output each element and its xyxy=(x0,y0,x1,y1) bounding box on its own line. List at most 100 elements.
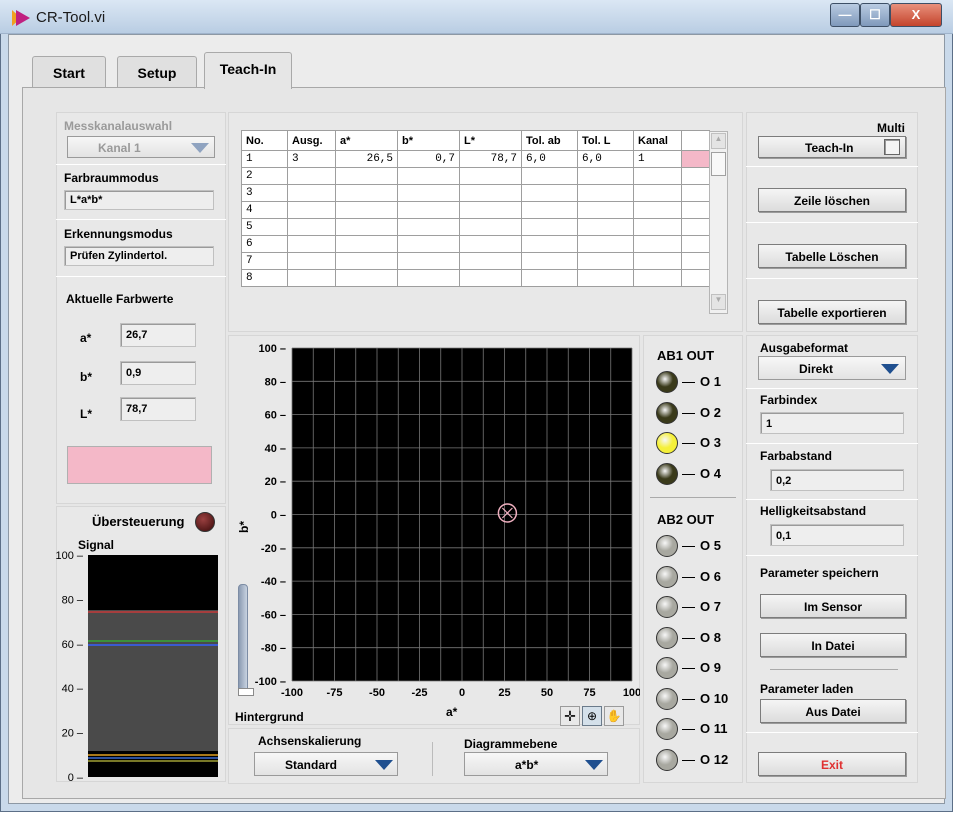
table-cell[interactable] xyxy=(577,252,634,270)
close-button[interactable]: X xyxy=(890,3,942,27)
table-cell[interactable] xyxy=(459,235,522,253)
zeile-loeschen-button[interactable]: Zeile löschen xyxy=(758,188,906,212)
table-cell[interactable]: 6 xyxy=(241,235,288,253)
table-row[interactable]: 5 xyxy=(241,218,710,236)
table-cell[interactable] xyxy=(577,218,634,236)
tabelle-exportieren-button[interactable]: Tabelle exportieren xyxy=(758,300,906,324)
table-cell[interactable] xyxy=(287,235,336,253)
table-cell[interactable] xyxy=(459,167,522,185)
table-cell[interactable] xyxy=(577,269,634,287)
table-cell[interactable] xyxy=(287,218,336,236)
table-cell[interactable] xyxy=(397,235,460,253)
table-cell[interactable] xyxy=(287,167,336,185)
zoom-tool-icon[interactable]: ⊕ xyxy=(582,706,602,726)
table-cell[interactable]: 8 xyxy=(241,269,288,287)
table-cell[interactable] xyxy=(397,167,460,185)
table-cell[interactable] xyxy=(335,167,398,185)
table-cell[interactable] xyxy=(577,201,634,219)
table-cell[interactable] xyxy=(633,184,682,202)
table-cell[interactable] xyxy=(577,235,634,253)
achsen-select[interactable]: Standard xyxy=(254,752,398,776)
table-cell[interactable] xyxy=(287,252,336,270)
table-cell[interactable] xyxy=(397,218,460,236)
table-cell[interactable] xyxy=(459,218,522,236)
table-cell[interactable] xyxy=(335,201,398,219)
table-row[interactable]: 2 xyxy=(241,167,710,185)
table-cell[interactable]: 1 xyxy=(633,150,682,168)
scroll-down-icon[interactable]: ▼ xyxy=(711,294,726,310)
pan-hand-tool-icon[interactable]: ✋ xyxy=(604,706,624,726)
table-cell[interactable]: 2 xyxy=(241,167,288,185)
table-cell[interactable] xyxy=(521,184,578,202)
table-cell[interactable]: 0,7 xyxy=(397,150,460,168)
table-cell[interactable] xyxy=(577,184,634,202)
tab-setup[interactable]: Setup xyxy=(117,56,197,88)
hintergrund-slider-thumb[interactable] xyxy=(238,688,254,696)
in-datei-button[interactable]: In Datei xyxy=(760,633,906,657)
table-cell[interactable] xyxy=(633,235,682,253)
hintergrund-slider[interactable] xyxy=(238,584,248,694)
table-cell[interactable]: 78,7 xyxy=(459,150,522,168)
table-cell[interactable]: 6,0 xyxy=(521,150,578,168)
table-cell[interactable] xyxy=(397,252,460,270)
table-cell[interactable] xyxy=(397,269,460,287)
maximize-button[interactable]: ☐ xyxy=(860,3,890,27)
table-cell[interactable] xyxy=(335,269,398,287)
table-cell[interactable] xyxy=(335,235,398,253)
table-row[interactable]: 1 3 26,5 0,7 78,7 6,0 6,0 1 xyxy=(241,150,710,168)
multi-checkbox[interactable] xyxy=(884,139,900,155)
table-cell[interactable]: 7 xyxy=(241,252,288,270)
aus-datei-button[interactable]: Aus Datei xyxy=(760,699,906,723)
table-cell[interactable] xyxy=(397,201,460,219)
table-cell[interactable] xyxy=(633,218,682,236)
table-cell[interactable] xyxy=(459,269,522,287)
messkanal-select[interactable]: Kanal 1 xyxy=(67,136,215,158)
ebene-select[interactable]: a*b* xyxy=(464,752,608,776)
tab-teach-in[interactable]: Teach-In xyxy=(204,52,292,89)
table-cell[interactable] xyxy=(335,252,398,270)
table-cell[interactable] xyxy=(633,252,682,270)
ausgabe-select[interactable]: Direkt xyxy=(758,356,906,380)
table-cell[interactable] xyxy=(287,201,336,219)
table-cell[interactable] xyxy=(633,167,682,185)
table-cell[interactable] xyxy=(521,218,578,236)
table-cell[interactable] xyxy=(459,201,522,219)
divider xyxy=(770,669,898,670)
table-cell[interactable] xyxy=(459,184,522,202)
table-cell[interactable]: 1 xyxy=(241,150,288,168)
table-row[interactable]: 8 xyxy=(241,269,710,287)
table-cell[interactable]: 5 xyxy=(241,218,288,236)
table-cell[interactable]: 6,0 xyxy=(577,150,634,168)
minimize-button[interactable]: — xyxy=(830,3,860,27)
table-row[interactable]: 7 xyxy=(241,252,710,270)
table-cell[interactable] xyxy=(521,269,578,287)
table-cell[interactable]: 3 xyxy=(241,184,288,202)
table-cell[interactable] xyxy=(577,167,634,185)
crosshair-tool-icon[interactable]: ✛ xyxy=(560,706,580,726)
table-cell[interactable] xyxy=(397,184,460,202)
table-cell[interactable] xyxy=(521,252,578,270)
table-cell[interactable] xyxy=(287,184,336,202)
table-cell[interactable] xyxy=(521,167,578,185)
scroll-up-icon[interactable]: ▲ xyxy=(711,133,726,149)
table-row[interactable]: 4 xyxy=(241,201,710,219)
exit-button[interactable]: Exit xyxy=(758,752,906,776)
table-cell[interactable]: 26,5 xyxy=(335,150,398,168)
table-cell[interactable] xyxy=(521,235,578,253)
table-cell[interactable] xyxy=(335,184,398,202)
table-cell[interactable] xyxy=(287,269,336,287)
table-row[interactable]: 6 xyxy=(241,235,710,253)
table-cell[interactable] xyxy=(633,201,682,219)
table-cell[interactable] xyxy=(521,201,578,219)
im-sensor-button[interactable]: Im Sensor xyxy=(760,594,906,618)
tab-start[interactable]: Start xyxy=(32,56,106,88)
scroll-thumb[interactable] xyxy=(711,152,726,176)
table-cell[interactable] xyxy=(459,252,522,270)
table-scrollbar[interactable]: ▲ ▼ xyxy=(709,131,728,314)
table-cell[interactable] xyxy=(633,269,682,287)
table-cell[interactable]: 4 xyxy=(241,201,288,219)
table-row[interactable]: 3 xyxy=(241,184,710,202)
tabelle-loeschen-button[interactable]: Tabelle Löschen xyxy=(758,244,906,268)
table-cell[interactable]: 3 xyxy=(287,150,336,168)
table-cell[interactable] xyxy=(335,218,398,236)
